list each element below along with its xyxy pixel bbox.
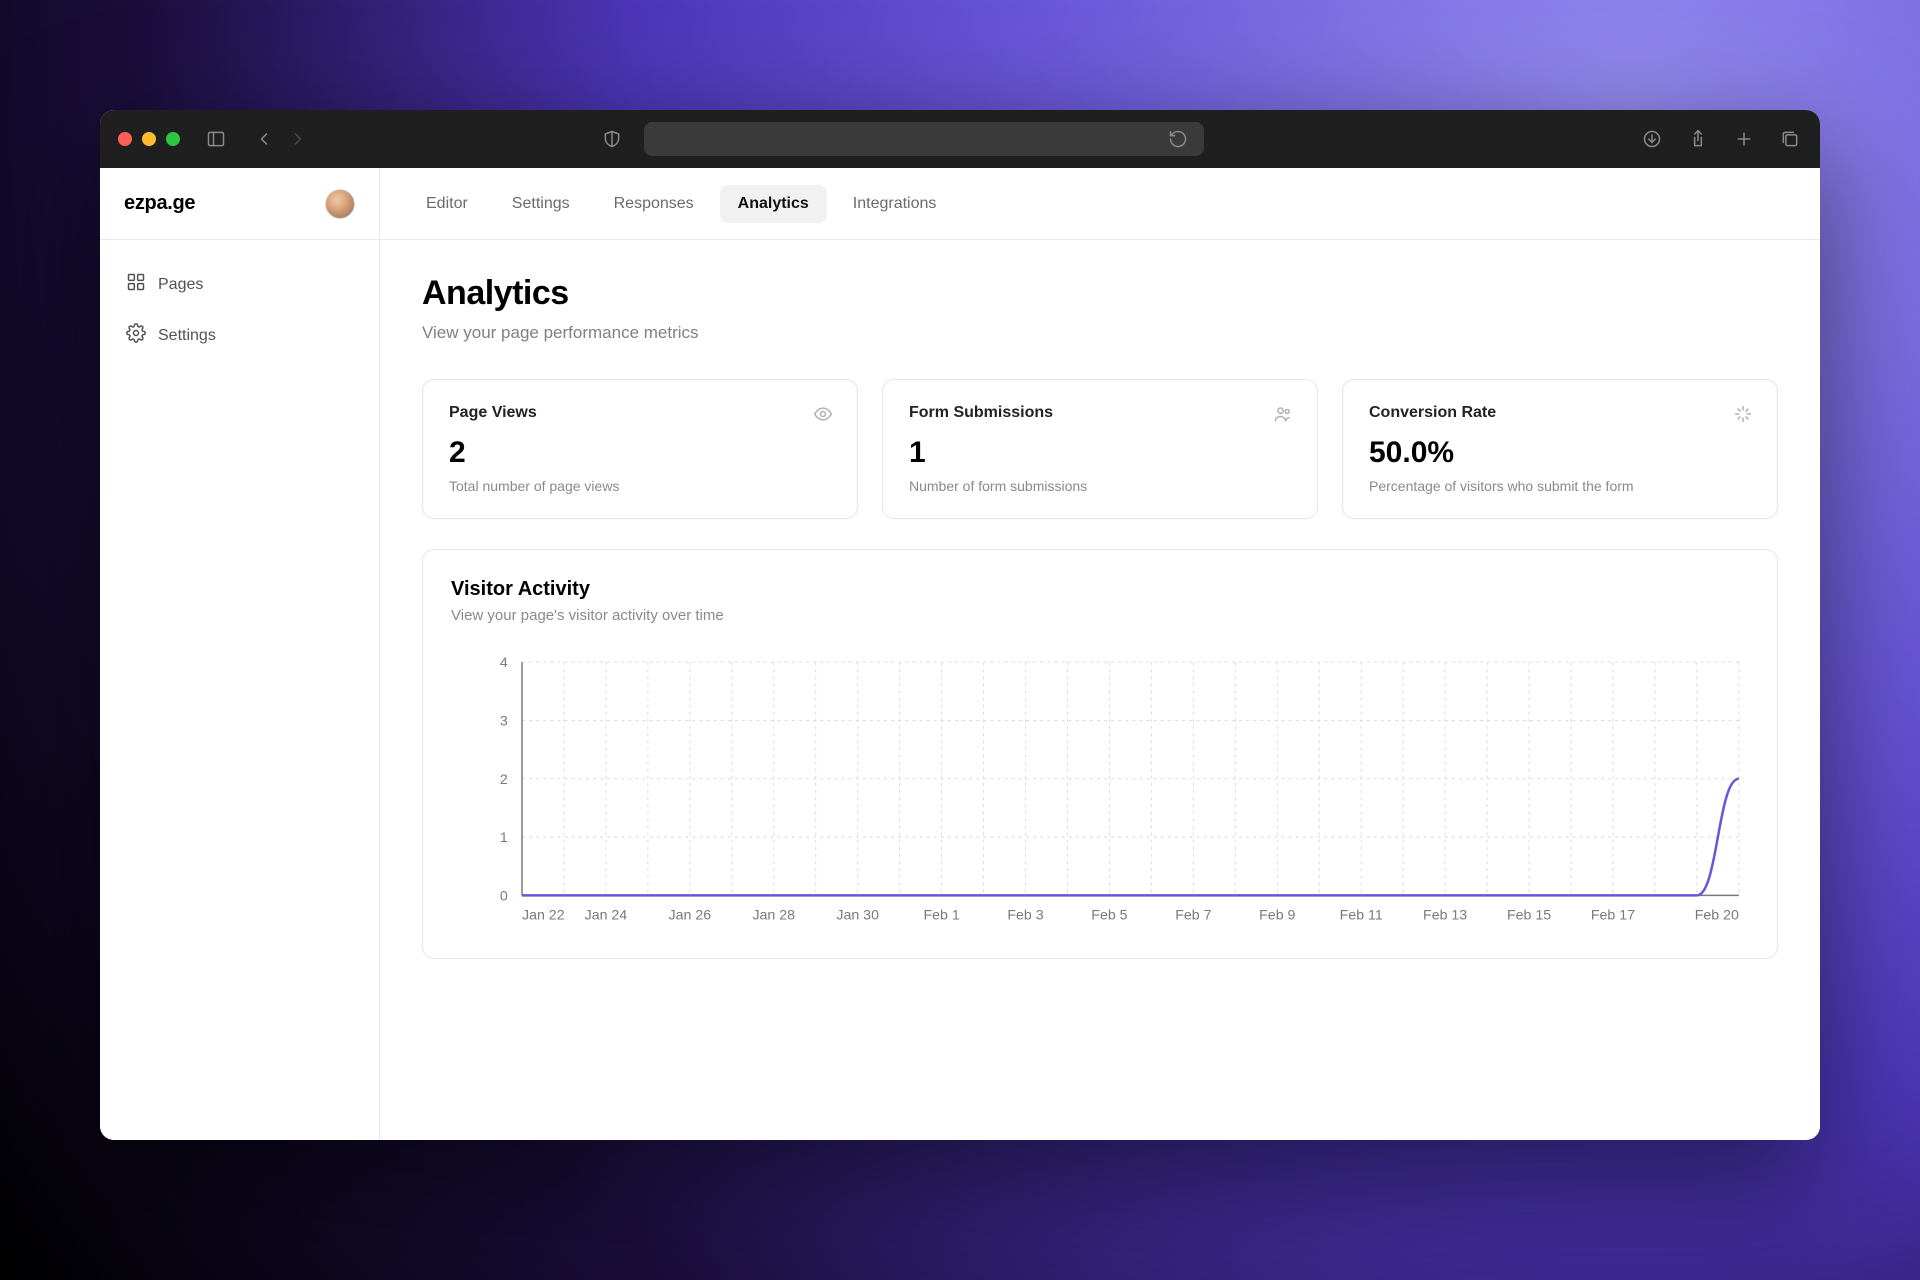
sidebar-item-pages[interactable]: Pages bbox=[112, 262, 367, 307]
card-title: Form Submissions bbox=[909, 404, 1291, 422]
tab-label: Integrations bbox=[853, 195, 937, 212]
svg-text:1: 1 bbox=[500, 830, 508, 846]
tab-integrations[interactable]: Integrations bbox=[835, 185, 955, 223]
card-value: 50.0% bbox=[1369, 436, 1751, 470]
svg-text:Jan 30: Jan 30 bbox=[836, 908, 879, 924]
svg-text:2: 2 bbox=[500, 772, 508, 788]
svg-text:Jan 28: Jan 28 bbox=[752, 908, 795, 924]
sidebar-nav: Pages Settings bbox=[100, 240, 379, 380]
sidebar-item-settings[interactable]: Settings bbox=[112, 313, 367, 358]
card-conversion-rate: Conversion Rate 50.0% Percentage of visi… bbox=[1342, 379, 1778, 519]
chart-subtitle: View your page's visitor activity over t… bbox=[451, 607, 1749, 624]
card-sub: Number of form submissions bbox=[909, 478, 1291, 494]
card-page-views: Page Views 2 Total number of page views bbox=[422, 379, 858, 519]
shield-icon[interactable] bbox=[600, 127, 624, 151]
traffic-lights bbox=[118, 132, 180, 146]
window-close-button[interactable] bbox=[118, 132, 132, 146]
avatar[interactable] bbox=[325, 189, 355, 219]
svg-text:Feb 1: Feb 1 bbox=[923, 908, 959, 924]
card-value: 1 bbox=[909, 436, 1291, 470]
sidebar-item-label: Settings bbox=[158, 327, 216, 345]
window-minimize-button[interactable] bbox=[142, 132, 156, 146]
users-icon bbox=[1273, 404, 1293, 429]
svg-text:Jan 26: Jan 26 bbox=[669, 908, 712, 924]
tab-analytics[interactable]: Analytics bbox=[720, 185, 827, 223]
url-bar[interactable] bbox=[644, 122, 1204, 156]
page-subtitle: View your page performance metrics bbox=[422, 323, 1778, 343]
back-icon[interactable] bbox=[252, 127, 276, 151]
tab-settings[interactable]: Settings bbox=[494, 185, 588, 223]
reload-icon[interactable] bbox=[1166, 127, 1190, 151]
svg-text:Feb 15: Feb 15 bbox=[1507, 908, 1551, 924]
svg-text:Feb 9: Feb 9 bbox=[1259, 908, 1295, 924]
share-icon[interactable] bbox=[1686, 127, 1710, 151]
grid-icon bbox=[126, 272, 146, 297]
tab-responses[interactable]: Responses bbox=[596, 185, 712, 223]
svg-text:Feb 17: Feb 17 bbox=[1591, 908, 1635, 924]
svg-text:Feb 3: Feb 3 bbox=[1007, 908, 1043, 924]
card-sub: Percentage of visitors who submit the fo… bbox=[1369, 478, 1751, 494]
metric-cards: Page Views 2 Total number of page views … bbox=[422, 379, 1778, 519]
svg-text:Feb 5: Feb 5 bbox=[1091, 908, 1127, 924]
card-value: 2 bbox=[449, 436, 831, 470]
svg-text:0: 0 bbox=[500, 888, 508, 904]
chart-area: 0 1 2 3 4 Jan 22 Jan 24 Jan 26 Jan 28 Jan 30 Feb 1… bbox=[451, 652, 1749, 936]
chart-title: Visitor Activity bbox=[451, 578, 1749, 601]
sidebar-toggle-icon[interactable] bbox=[204, 127, 228, 151]
sidebar: ezpa.ge Pages Settings bbox=[100, 168, 380, 1140]
eye-icon bbox=[813, 404, 833, 429]
svg-text:4: 4 bbox=[500, 655, 508, 671]
tabs-row: Editor Settings Responses Analytics Inte… bbox=[380, 168, 1820, 240]
card-title: Conversion Rate bbox=[1369, 404, 1751, 422]
card-form-submissions: Form Submissions 1 Number of form submis… bbox=[882, 379, 1318, 519]
tab-editor[interactable]: Editor bbox=[408, 185, 486, 223]
brand-row: ezpa.ge bbox=[100, 168, 379, 240]
tab-label: Settings bbox=[512, 195, 570, 212]
svg-text:Feb 13: Feb 13 bbox=[1423, 908, 1467, 924]
page-title: Analytics bbox=[422, 274, 1778, 313]
svg-text:Jan 24: Jan 24 bbox=[585, 908, 628, 924]
content: Analytics View your page performance met… bbox=[380, 240, 1820, 993]
svg-text:Feb 20: Feb 20 bbox=[1695, 908, 1739, 924]
forward-icon[interactable] bbox=[286, 127, 310, 151]
main-area: Editor Settings Responses Analytics Inte… bbox=[380, 168, 1820, 1140]
new-tab-icon[interactable] bbox=[1732, 127, 1756, 151]
card-sub: Total number of page views bbox=[449, 478, 831, 494]
brand-logo[interactable]: ezpa.ge bbox=[124, 192, 195, 215]
browser-chrome bbox=[100, 110, 1820, 168]
tab-label: Responses bbox=[614, 195, 694, 212]
svg-text:Feb 7: Feb 7 bbox=[1175, 908, 1211, 924]
gear-icon bbox=[126, 323, 146, 348]
tab-label: Editor bbox=[426, 195, 468, 212]
svg-text:Jan 22: Jan 22 bbox=[522, 908, 565, 924]
sparkle-icon bbox=[1733, 404, 1753, 429]
tabs-icon[interactable] bbox=[1778, 127, 1802, 151]
download-icon[interactable] bbox=[1640, 127, 1664, 151]
browser-window: ezpa.ge Pages Settings bbox=[100, 110, 1820, 1140]
sidebar-item-label: Pages bbox=[158, 276, 203, 294]
visitor-activity-chart: 0 1 2 3 4 Jan 22 Jan 24 Jan 26 Jan 28 Jan 30 Feb 1… bbox=[451, 652, 1749, 936]
chart-card: Visitor Activity View your page's visito… bbox=[422, 549, 1778, 959]
window-maximize-button[interactable] bbox=[166, 132, 180, 146]
svg-text:Feb 11: Feb 11 bbox=[1340, 908, 1383, 924]
tab-label: Analytics bbox=[738, 195, 809, 212]
card-title: Page Views bbox=[449, 404, 831, 422]
svg-text:3: 3 bbox=[500, 714, 508, 730]
